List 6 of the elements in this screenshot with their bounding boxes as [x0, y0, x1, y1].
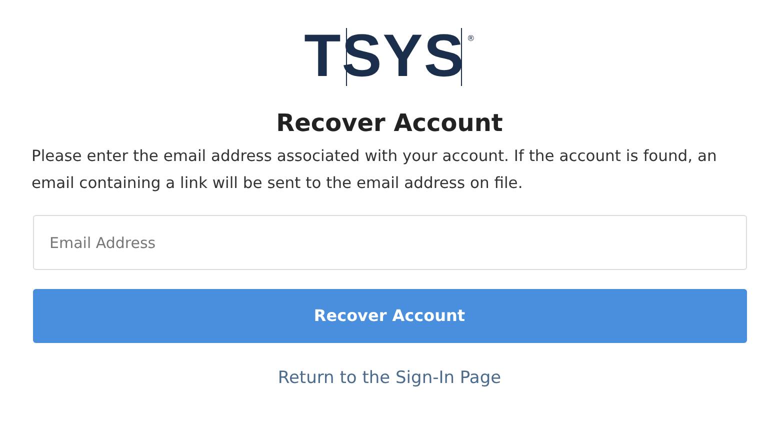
instructions-text: Please enter the email address associated with your account. If the account is found, an email containing a link will be sent to the email address on file. — [32, 146, 718, 194]
return-to-sign-in-link[interactable]: Return to the Sign-In Page — [278, 366, 502, 390]
registered-mark: ® — [466, 34, 475, 44]
recover-account-button[interactable]: Recover Account — [32, 289, 746, 343]
email-field[interactable]: Email Address — [32, 215, 746, 270]
page-title: Recover Account — [276, 108, 503, 138]
